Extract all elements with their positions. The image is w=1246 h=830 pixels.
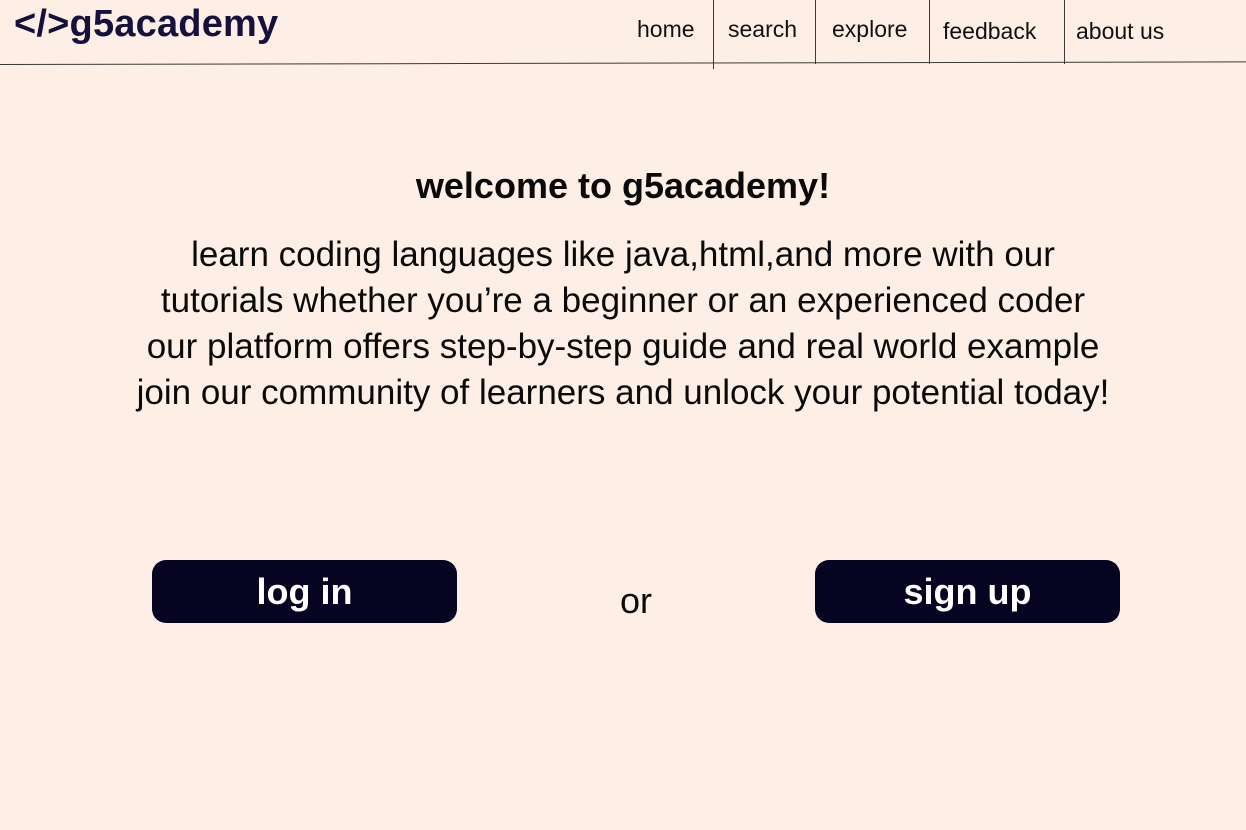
page-title: welcome to g5academy!: [415, 165, 831, 206]
header-divider: [0, 61, 1246, 65]
intro-line: learn coding languages like java,html,an…: [191, 235, 1055, 274]
nav-divider: [1064, 0, 1065, 64]
nav-item-about-us[interactable]: about us: [1076, 17, 1164, 45]
login-button[interactable]: log in: [152, 560, 457, 623]
site-logo[interactable]: </>g5academy: [14, 2, 278, 46]
signup-button[interactable]: sign up: [815, 560, 1120, 623]
nav-divider: [713, 0, 714, 69]
nav-item-home[interactable]: home: [637, 15, 695, 43]
nav-item-explore[interactable]: explore: [832, 15, 907, 43]
intro-line: tutorials whether you’re a beginner or a…: [160, 281, 1086, 320]
nav-divider: [929, 0, 930, 64]
intro-line: join our community of learners and unloc…: [136, 373, 1110, 412]
or-separator: or: [619, 580, 652, 621]
intro-line: our platform offers step-by-step guide a…: [146, 327, 1100, 366]
nav-item-search[interactable]: search: [728, 15, 797, 43]
intro-text: learn coding languages like java,html,an…: [0, 232, 1246, 416]
nav-item-feedback[interactable]: feedback: [943, 17, 1036, 45]
nav-divider: [815, 0, 816, 64]
